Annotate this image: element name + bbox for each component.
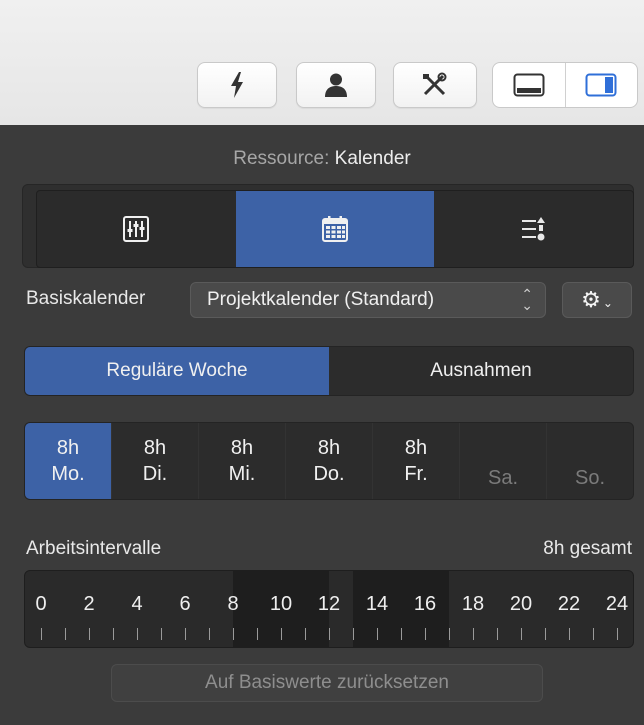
hour-tick xyxy=(353,628,354,640)
day-name: So. xyxy=(574,467,606,489)
lightning-icon xyxy=(231,72,243,98)
resource-button[interactable] xyxy=(296,62,376,108)
day-name: Di. xyxy=(142,463,168,485)
right-sidebar-icon xyxy=(585,73,617,97)
hour-tick xyxy=(377,628,378,640)
bottom-panel-button[interactable] xyxy=(493,63,565,107)
hour-label: 6 xyxy=(179,593,191,615)
day-name: Mo. xyxy=(51,463,85,485)
hour-tick xyxy=(521,628,522,640)
right-sidebar-button[interactable] xyxy=(564,63,638,107)
tab-list[interactable] xyxy=(434,191,633,267)
hour-tick xyxy=(41,628,42,640)
bottom-panel-icon xyxy=(513,73,545,97)
week-mode-segmented: Reguläre Woche Ausnahmen xyxy=(24,346,634,396)
tab-calendar[interactable] xyxy=(235,191,435,267)
hour-label: 20 xyxy=(509,593,533,615)
hour-tick xyxy=(449,628,450,640)
inspector-title: Ressource: Kalender xyxy=(0,148,644,170)
inspector-tools-button[interactable] xyxy=(393,62,477,108)
hour-tick xyxy=(329,628,330,640)
day-name: Fr. xyxy=(404,463,428,485)
hour-label: 2 xyxy=(83,593,95,615)
day-monday[interactable]: 8h Mo. xyxy=(25,423,111,499)
regular-week-tab[interactable]: Reguläre Woche xyxy=(25,347,329,395)
hour-tick xyxy=(113,628,114,640)
inspector-tabs xyxy=(36,190,634,268)
hour-tick xyxy=(281,628,282,640)
day-name: Mi. xyxy=(228,463,256,485)
title-value: Kalender xyxy=(334,148,411,169)
list-sort-icon xyxy=(521,217,545,241)
title-label: Ressource: xyxy=(233,148,330,169)
sliders-icon xyxy=(123,216,150,242)
hour-label: 18 xyxy=(461,593,485,615)
hour-tick xyxy=(209,628,210,640)
hour-tick xyxy=(305,628,306,640)
hour-label: 12 xyxy=(317,593,341,615)
day-name: Do. xyxy=(313,463,345,485)
view-toggle-group xyxy=(492,62,638,108)
day-hours: 8h xyxy=(404,437,428,459)
hour-tick xyxy=(401,628,402,640)
hour-tick xyxy=(65,628,66,640)
window-toolbar xyxy=(0,0,644,126)
base-calendar-select[interactable]: Projektkalender (Standard) ⌃ ⌄ xyxy=(190,282,546,318)
action-button[interactable] xyxy=(197,62,277,108)
hour-tick xyxy=(257,628,258,640)
hour-tick xyxy=(497,628,498,640)
calendar-icon xyxy=(322,216,348,242)
day-sunday[interactable]: So. xyxy=(546,423,633,499)
work-interval-timeline[interactable]: 0 2 4 6 8 10 12 14 16 18 20 22 24 xyxy=(24,570,634,648)
chevron-down-icon: ⌄ xyxy=(602,296,613,310)
hour-tick xyxy=(233,628,234,640)
hour-label: 14 xyxy=(365,593,389,615)
day-wednesday[interactable]: 8h Mi. xyxy=(198,423,285,499)
hour-tick xyxy=(185,628,186,640)
tools-icon xyxy=(423,72,447,96)
hour-label: 24 xyxy=(605,593,629,615)
hour-label: 4 xyxy=(131,593,143,615)
base-calendar-label: Basiskalender xyxy=(26,288,146,309)
hour-label: 8 xyxy=(227,593,239,615)
day-thursday[interactable]: 8h Do. xyxy=(285,423,372,499)
hour-label: 0 xyxy=(35,593,47,615)
work-intervals-label: Arbeitsintervalle xyxy=(26,538,162,559)
hour-tick xyxy=(425,628,426,640)
day-name: Sa. xyxy=(487,467,519,489)
hour-tick xyxy=(593,628,594,640)
select-arrows-icon: ⌃ ⌄ xyxy=(521,286,533,313)
day-friday[interactable]: 8h Fr. xyxy=(372,423,459,499)
calendar-options-button[interactable]: ⚙ ⌄ xyxy=(562,282,632,318)
hour-tick xyxy=(137,628,138,640)
person-icon xyxy=(325,73,347,97)
work-hours-total: 8h gesamt xyxy=(543,538,632,559)
hour-label: 16 xyxy=(413,593,437,615)
base-calendar-value: Projektkalender (Standard) xyxy=(207,289,435,310)
weekday-selector: 8h Mo. 8h Di. 8h Mi. 8h Do. 8h Fr. Sa. S… xyxy=(24,422,634,500)
hour-tick xyxy=(617,628,618,640)
gear-icon: ⚙ xyxy=(581,287,601,312)
hour-tick xyxy=(473,628,474,640)
day-saturday[interactable]: Sa. xyxy=(459,423,546,499)
hour-label: 10 xyxy=(269,593,293,615)
hour-tick xyxy=(161,628,162,640)
hour-label: 22 xyxy=(557,593,581,615)
exceptions-tab[interactable]: Ausnahmen xyxy=(329,347,633,395)
day-hours: 8h xyxy=(56,437,80,459)
day-hours: 8h xyxy=(230,437,254,459)
day-tuesday[interactable]: 8h Di. xyxy=(111,423,198,499)
hour-tick xyxy=(569,628,570,640)
hour-tick xyxy=(89,628,90,640)
reset-to-base-button[interactable]: Auf Basiswerte zurücksetzen xyxy=(111,664,543,702)
tab-settings[interactable] xyxy=(37,191,236,267)
day-hours: 8h xyxy=(317,437,341,459)
day-hours: 8h xyxy=(143,437,167,459)
hour-tick xyxy=(545,628,546,640)
